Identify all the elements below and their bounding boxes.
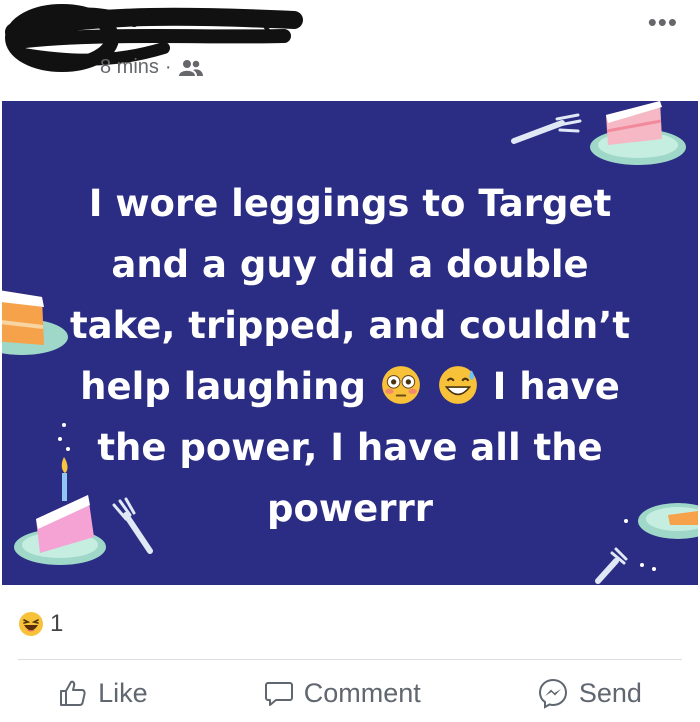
post-line-4-start: help laughing xyxy=(80,365,366,408)
thumbs-up-icon xyxy=(60,680,86,706)
post-meta: 8 mins · xyxy=(100,56,204,79)
post-line-2: and a guy did a double xyxy=(111,243,589,286)
friends-icon xyxy=(178,59,203,76)
flushed-face-emoji xyxy=(381,365,420,404)
haha-reaction-icon xyxy=(19,612,43,636)
post-action-bar: Like Comment Send xyxy=(0,664,700,722)
comment-button[interactable]: Comment xyxy=(264,678,421,709)
post-line-3: take, tripped, and couldn’t xyxy=(69,304,631,347)
fork-top-icon xyxy=(511,113,582,144)
meta-separator: · xyxy=(164,56,172,78)
post-header: 8 mins · ••• xyxy=(0,0,700,100)
like-button[interactable]: Like xyxy=(58,678,148,709)
comment-label: Comment xyxy=(303,677,421,708)
cake-top-right-icon xyxy=(590,101,686,165)
post-line-5: the power, I have all the xyxy=(97,426,603,469)
grinning-sweat-emoji xyxy=(438,365,477,404)
post-line-6: powerrr xyxy=(267,487,433,530)
post-line-4: help laughing I have xyxy=(42,356,658,417)
post-text: I wore leggings to Target and a guy did … xyxy=(42,173,658,539)
like-label: Like xyxy=(98,677,148,708)
post-line-1: I wore leggings to Target xyxy=(88,182,612,225)
post-background-panel: I wore leggings to Target and a guy did … xyxy=(2,101,698,585)
more-options-button[interactable]: ••• xyxy=(648,9,678,35)
actions-divider xyxy=(18,659,682,660)
post-line-4-end: I have xyxy=(492,365,620,408)
comment-icon xyxy=(264,682,293,706)
messenger-icon xyxy=(538,678,567,709)
send-button[interactable]: Send xyxy=(537,677,642,709)
post-time[interactable]: 8 mins xyxy=(100,56,159,79)
send-label: Send xyxy=(578,677,642,708)
reaction-summary[interactable]: 1 xyxy=(18,610,63,638)
reaction-count: 1 xyxy=(50,610,64,637)
facebook-post: 8 mins · ••• I wore leggings to Target a… xyxy=(0,0,700,722)
fork-bottom-right-icon xyxy=(595,547,628,584)
